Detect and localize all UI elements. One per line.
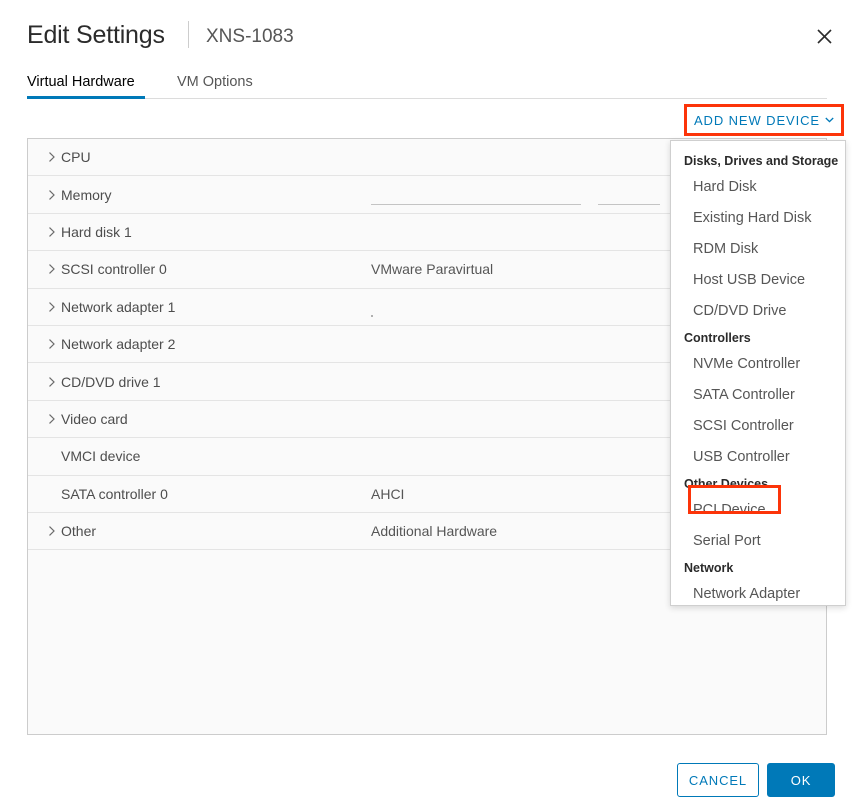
dialog-footer: CANCEL OK — [0, 763, 854, 812]
menu-group-header: Disks, Drives and Storage — [671, 150, 845, 172]
menu-item-rdm-disk[interactable]: RDM Disk — [671, 234, 845, 265]
hardware-row-label: VMCI device — [61, 446, 140, 466]
menu-item-cd-dvd-drive[interactable]: CD/DVD Drive — [671, 296, 845, 327]
memory-value-field[interactable] — [371, 204, 581, 205]
tab-virtual-hardware[interactable]: Virtual Hardware — [27, 70, 135, 98]
chevron-right-icon[interactable] — [46, 263, 58, 275]
hardware-row-label: Video card — [61, 409, 128, 429]
chevron-right-icon[interactable] — [46, 338, 58, 350]
cancel-button[interactable]: CANCEL — [677, 763, 759, 797]
chevron-right-icon[interactable] — [46, 525, 58, 537]
tab-vm-options[interactable]: VM Options — [177, 70, 253, 98]
menu-item-nvme-controller[interactable]: NVMe Controller — [671, 349, 845, 380]
menu-item-network-adapter[interactable]: Network Adapter — [671, 579, 845, 610]
menu-item-hard-disk[interactable]: Hard Disk — [671, 172, 845, 203]
tab-bar: Virtual Hardware VM Options — [27, 70, 827, 99]
hardware-row-label: Memory — [61, 185, 112, 205]
menu-item-scsi-controller[interactable]: SCSI Controller — [671, 411, 845, 442]
close-button[interactable] — [808, 20, 840, 52]
page-title: Edit Settings — [27, 19, 165, 51]
close-icon — [816, 28, 833, 45]
network-adapter-value-marker — [371, 315, 373, 317]
chevron-right-icon[interactable] — [46, 189, 58, 201]
menu-item-pci-device[interactable]: PCI Device — [671, 495, 845, 526]
vm-name-subtitle: XNS-1083 — [206, 24, 294, 50]
hardware-row-label: Network adapter 1 — [61, 297, 175, 317]
add-new-device-label: ADD NEW DEVICE — [694, 113, 820, 128]
menu-item-serial-port[interactable]: Serial Port — [671, 526, 845, 557]
hardware-row-value: Additional Hardware — [371, 521, 497, 541]
tab-underline-track — [27, 98, 827, 99]
title-divider — [188, 21, 189, 48]
chevron-right-icon[interactable] — [46, 301, 58, 313]
chevron-down-icon — [825, 115, 834, 126]
menu-item-host-usb-device[interactable]: Host USB Device — [671, 265, 845, 296]
menu-group-header: Network — [671, 557, 845, 579]
hardware-row-value: VMware Paravirtual — [371, 259, 493, 279]
hardware-row-label: Network adapter 2 — [61, 334, 175, 354]
hardware-row-label: CPU — [61, 147, 91, 167]
chevron-right-icon[interactable] — [46, 226, 58, 238]
tab-active-indicator — [27, 96, 145, 99]
hardware-row-label: Hard disk 1 — [61, 222, 132, 242]
hardware-row-label: Other — [61, 521, 96, 541]
menu-group-header: Other Devices — [671, 473, 845, 495]
menu-group-header: Controllers — [671, 327, 845, 349]
dialog-header: Edit Settings XNS-1083 — [0, 0, 854, 62]
add-new-device-menu[interactable]: Disks, Drives and StorageHard DiskExisti… — [670, 140, 846, 606]
chevron-right-icon[interactable] — [46, 376, 58, 388]
chevron-right-icon[interactable] — [46, 413, 58, 425]
hardware-row-label: SCSI controller 0 — [61, 259, 167, 279]
hardware-row-label: SATA controller 0 — [61, 484, 168, 504]
chevron-right-icon[interactable] — [46, 151, 58, 163]
add-new-device-button[interactable]: ADD NEW DEVICE — [684, 104, 844, 136]
hardware-row-value: AHCI — [371, 484, 404, 504]
hardware-row-label: CD/DVD drive 1 — [61, 372, 161, 392]
menu-item-sata-controller[interactable]: SATA Controller — [671, 380, 845, 411]
memory-unit-field[interactable] — [598, 204, 660, 205]
menu-item-usb-controller[interactable]: USB Controller — [671, 442, 845, 473]
ok-button[interactable]: OK — [767, 763, 835, 797]
menu-item-existing-hard-disk[interactable]: Existing Hard Disk — [671, 203, 845, 234]
